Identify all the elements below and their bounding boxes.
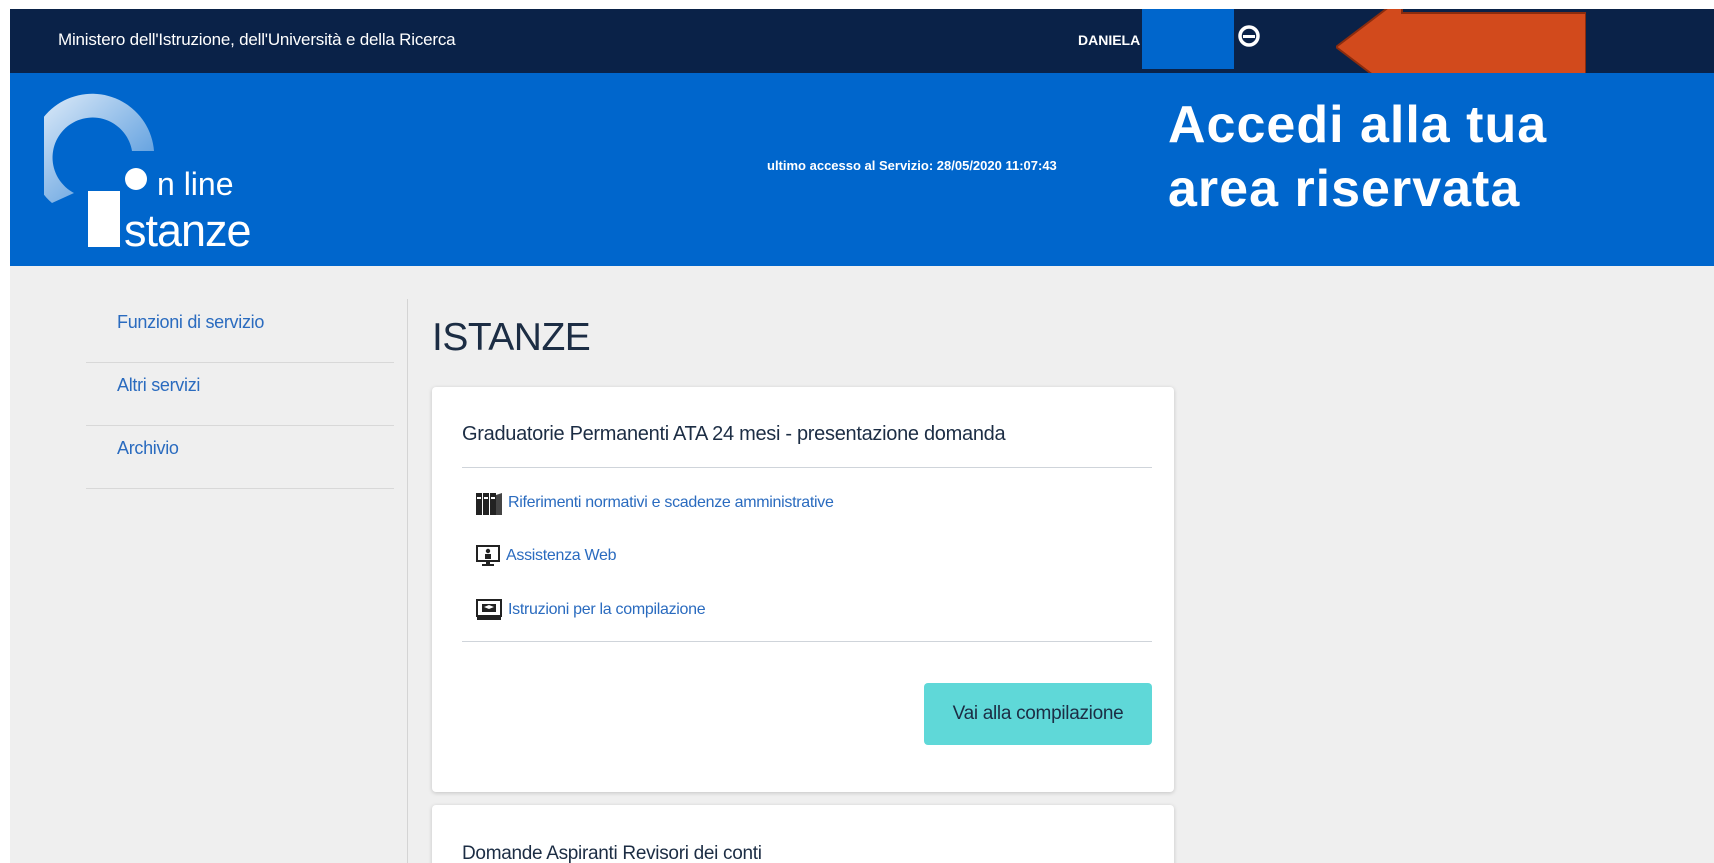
support-monitor-icon bbox=[476, 545, 500, 566]
last-access-info: ultimo accesso al Servizio: 28/05/2020 1… bbox=[767, 158, 1057, 173]
sidebar-item-archivio[interactable]: Archivio bbox=[86, 426, 394, 489]
card-divider bbox=[462, 467, 1152, 468]
istruzioni-compilazione-label: Istruzioni per la compilazione bbox=[508, 601, 706, 618]
riferimenti-normativi-label: Riferimenti normativi e scadenze amminis… bbox=[508, 494, 834, 511]
callout-line-2: area riservata bbox=[1168, 160, 1521, 218]
annotation-callout: Accedi alla tua area riservata bbox=[1168, 93, 1708, 221]
riferimenti-normativi-link[interactable]: Riferimenti normativi e scadenze amminis… bbox=[476, 491, 834, 515]
hero-banner: n line stanze ultimo accesso al Servizio… bbox=[10, 73, 1714, 266]
binders-icon bbox=[476, 493, 502, 515]
assistenza-web-link[interactable]: Assistenza Web bbox=[476, 545, 617, 567]
logo-stanze-text: stanze bbox=[124, 205, 252, 256]
user-name[interactable]: DANIELA bbox=[1078, 32, 1140, 48]
top-bar: Ministero dell'Istruzione, dell'Universi… bbox=[10, 9, 1714, 97]
card-title: Graduatorie Permanenti ATA 24 mesi - pre… bbox=[462, 423, 1006, 445]
ministry-name: Ministero dell'Istruzione, dell'Universi… bbox=[58, 30, 456, 49]
callout-line-1: Accedi alla tua bbox=[1168, 96, 1548, 154]
user-icon[interactable] bbox=[1238, 23, 1260, 49]
side-nav: Funzioni di servizio Altri servizi Archi… bbox=[86, 300, 394, 489]
assistenza-web-label: Assistenza Web bbox=[506, 547, 617, 564]
istanza-card: Graduatorie Permanenti ATA 24 mesi - pre… bbox=[432, 387, 1174, 792]
istanza-card: Domande Aspiranti Revisori dei conti bbox=[432, 805, 1174, 863]
card-title[interactable]: Domande Aspiranti Revisori dei conti bbox=[462, 843, 762, 863]
istruzioni-compilazione-link[interactable]: Istruzioni per la compilazione bbox=[476, 599, 706, 621]
content-divider bbox=[407, 299, 408, 863]
redacted-surname bbox=[1142, 9, 1234, 69]
sidebar-item-funzioni-di-servizio[interactable]: Funzioni di servizio bbox=[86, 300, 394, 363]
page-frame: Ministero dell'Istruzione, dell'Universi… bbox=[10, 9, 1714, 863]
card-divider bbox=[462, 641, 1152, 642]
instructions-monitor-icon bbox=[476, 599, 502, 620]
logo-online-text: n line bbox=[157, 166, 234, 202]
page-title: ISTANZE bbox=[432, 316, 591, 359]
istanze-online-logo[interactable]: n line stanze bbox=[44, 93, 304, 258]
vai-alla-compilazione-button[interactable]: Vai alla compilazione bbox=[924, 683, 1152, 745]
sidebar-item-altri-servizi[interactable]: Altri servizi bbox=[86, 363, 394, 426]
